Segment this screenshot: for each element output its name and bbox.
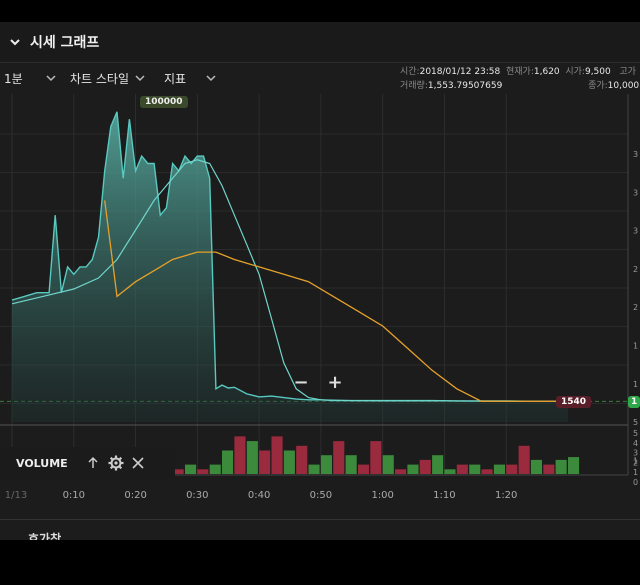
volume-bar <box>222 450 234 474</box>
zoom-in-button[interactable]: + <box>326 372 344 393</box>
time-tick-label: 0:30 <box>186 490 208 501</box>
volume-bar <box>320 455 332 474</box>
gear-icon[interactable] <box>108 455 124 471</box>
time-value: 2018/01/12 23:58 <box>419 67 501 77</box>
volume-bar <box>185 464 197 474</box>
chevron-down-icon <box>135 75 145 82</box>
right-edge-badge: 1 <box>628 396 640 408</box>
volume-value: 1,553.79507659 <box>427 81 503 91</box>
volume-bar <box>197 469 209 474</box>
current-value: 1,620 <box>533 67 560 77</box>
time-tick-label: 1/13 <box>5 490 27 501</box>
chart-toolbar: 1분 차트 스타일 지표 <box>0 63 220 93</box>
chart-style-label: 차트 스타일 <box>70 71 130 86</box>
volume-bar <box>530 459 542 474</box>
chart-style-dropdown[interactable]: 차트 스타일 <box>64 63 164 93</box>
open-value: 9,500 <box>584 67 611 77</box>
volume-bar <box>543 464 555 474</box>
time-tick-label: 0:40 <box>248 490 270 501</box>
time-tick-label: 1:10 <box>433 490 455 501</box>
section-divider <box>0 519 640 520</box>
price-tick-label: 1 <box>633 342 638 351</box>
time-tick-label: 1:20 <box>495 490 517 501</box>
volume-panel-header: VOLUME <box>0 447 175 479</box>
indicator-label: 지표 <box>164 71 187 86</box>
price-tick-label: 1 <box>633 380 638 389</box>
volume-bar <box>506 464 518 474</box>
volume-bar <box>283 450 295 474</box>
indicator-dropdown[interactable]: 지표 <box>164 63 216 93</box>
chevron-down-icon[interactable] <box>8 35 22 49</box>
volume-bar <box>518 445 530 474</box>
volume-bar <box>333 441 345 474</box>
arrow-up-icon[interactable] <box>86 456 100 470</box>
chevron-down-icon <box>206 75 216 82</box>
volume-bar <box>444 469 456 474</box>
volume-bar <box>246 441 258 474</box>
volume-label: 거래량: <box>400 81 428 91</box>
volume-tick-label: 2 <box>633 458 638 467</box>
volume-bar <box>382 455 394 474</box>
price-tick-label: 5 <box>633 418 638 427</box>
price-tick-label: 2 <box>633 265 638 274</box>
volume-tick-label: 1 <box>633 468 638 477</box>
volume-panel-label: VOLUME <box>16 456 68 470</box>
orderbook-section-title: 호가창 <box>28 532 62 540</box>
chart-widget: 1/13 0:10 0:20 0:30 0:40 0:50 1:00 1:10 1:20 3 3 3 2… <box>0 22 640 540</box>
time-tick-label: 0:10 <box>63 490 85 501</box>
time-tick-label: 1:00 <box>371 490 393 501</box>
interval-label: 1분 <box>4 71 23 86</box>
volume-bar <box>358 464 370 474</box>
volume-bar <box>456 464 468 474</box>
close-label: 종가: <box>588 81 608 91</box>
volume-bar <box>481 469 493 474</box>
volume-bar <box>234 436 246 474</box>
volume-bar <box>370 441 382 474</box>
time-label: 시간: <box>400 67 420 77</box>
open-label: 시가: <box>565 67 585 77</box>
volume-bar <box>259 450 271 474</box>
zoom-out-button[interactable]: − <box>292 372 310 393</box>
volume-bar <box>419 459 431 474</box>
volume-tick-label: 4 <box>633 439 638 448</box>
time-tick-label: 0:20 <box>124 490 146 501</box>
volume-tick-label: 3 <box>633 449 638 458</box>
current-price-badge: 1540 <box>556 396 592 408</box>
volume-tick-label: 0 <box>633 478 638 487</box>
section-title: 시세 그래프 <box>30 35 100 51</box>
ticker-info: 시간:2018/01/12 23:58 현재가:1,620 시가:9,500 고… <box>400 65 640 93</box>
volume-bar <box>308 464 320 474</box>
price-tick-label: 2 <box>633 303 638 312</box>
volume-bar <box>271 436 283 474</box>
price-graph-header[interactable]: 시세 그래프 <box>0 22 640 63</box>
volume-bar <box>555 459 567 474</box>
close-value: 10,000 <box>607 81 640 91</box>
price-tick-label: 3 <box>633 227 638 236</box>
volume-bar <box>568 457 580 474</box>
current-label: 현재가: <box>506 67 534 77</box>
volume-bar <box>209 464 221 474</box>
chevron-down-icon <box>46 75 56 82</box>
max-price-badge: 100000 <box>140 96 188 108</box>
volume-bar <box>407 464 419 474</box>
volume-bar <box>345 455 357 474</box>
interval-dropdown[interactable]: 1분 <box>0 63 64 93</box>
high-label: 고가 <box>619 67 636 77</box>
time-tick-label: 0:50 <box>310 490 332 501</box>
volume-tick-label: 5 <box>633 429 638 438</box>
price-tick-label: 3 <box>633 188 638 197</box>
volume-bar <box>395 469 407 474</box>
price-tick-label: 3 <box>633 150 638 159</box>
volume-bar <box>432 455 444 474</box>
close-icon[interactable] <box>132 457 144 469</box>
volume-bar <box>493 464 505 474</box>
volume-bar <box>296 445 308 474</box>
volume-bar <box>469 464 481 474</box>
